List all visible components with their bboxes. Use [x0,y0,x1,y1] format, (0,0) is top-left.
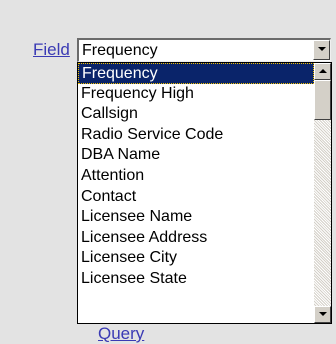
option-callsign[interactable]: Callsign [78,104,314,125]
option-licensee-state[interactable]: Licensee State [78,269,314,290]
dropdown-button[interactable] [313,40,330,60]
option-frequency[interactable]: Frequency [78,63,314,84]
option-contact[interactable]: Contact [78,187,314,208]
scroll-down-button[interactable] [314,306,331,323]
option-radio-service-code[interactable]: Radio Service Code [78,125,314,146]
option-attention[interactable]: Attention [78,166,314,187]
field-link[interactable]: Field [33,40,70,60]
option-list: Frequency Frequency High Callsign Radio … [78,63,314,290]
field-select-value: Frequency [82,42,158,59]
scroll-up-button[interactable] [314,63,331,80]
option-dba-name[interactable]: DBA Name [78,145,314,166]
option-frequency-high[interactable]: Frequency High [78,84,314,105]
scrollbar[interactable] [314,63,331,323]
option-licensee-name[interactable]: Licensee Name [78,207,314,228]
scroll-up-icon [319,69,327,73]
scroll-down-icon [319,312,327,316]
option-licensee-address[interactable]: Licensee Address [78,228,314,249]
option-licensee-city[interactable]: Licensee City [78,248,314,269]
field-select[interactable]: Frequency [77,38,331,62]
scrollbar-thumb[interactable] [314,80,331,120]
query-link[interactable]: Query [98,324,144,344]
chevron-down-icon [318,47,326,51]
field-dropdown-list[interactable]: Frequency Frequency High Callsign Radio … [77,62,332,324]
